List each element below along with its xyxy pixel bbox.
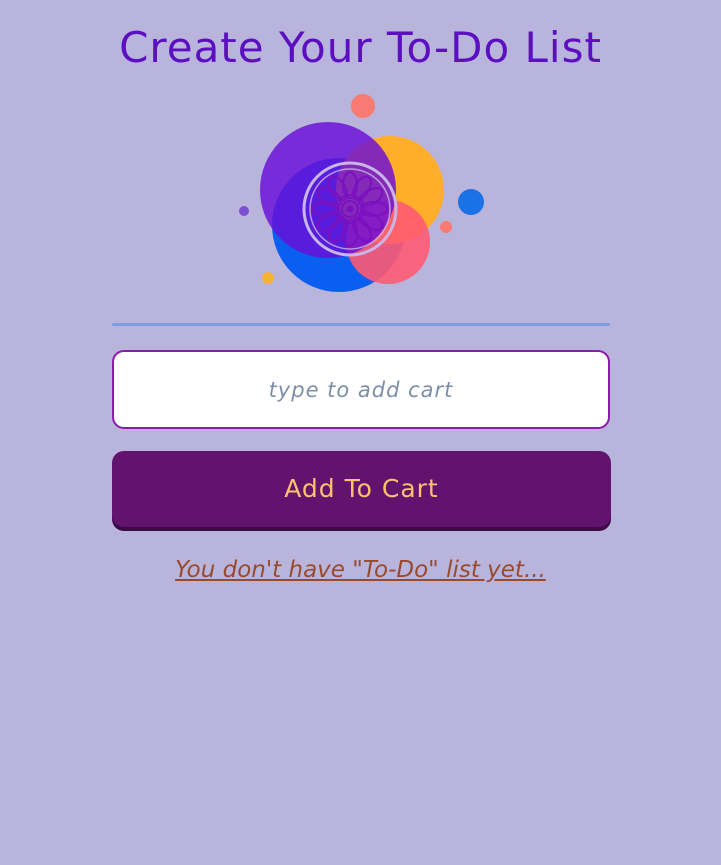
mandala-logo-icon [239, 94, 484, 292]
page-title: Create Your To-Do List [119, 23, 602, 72]
todo-input-wrapper [112, 350, 610, 429]
todo-input[interactable] [114, 351, 608, 428]
divider [112, 323, 610, 326]
add-to-cart-button[interactable]: Add To Cart [112, 451, 611, 527]
empty-list-message: You don't have "To-Do" list yet... [175, 557, 546, 583]
